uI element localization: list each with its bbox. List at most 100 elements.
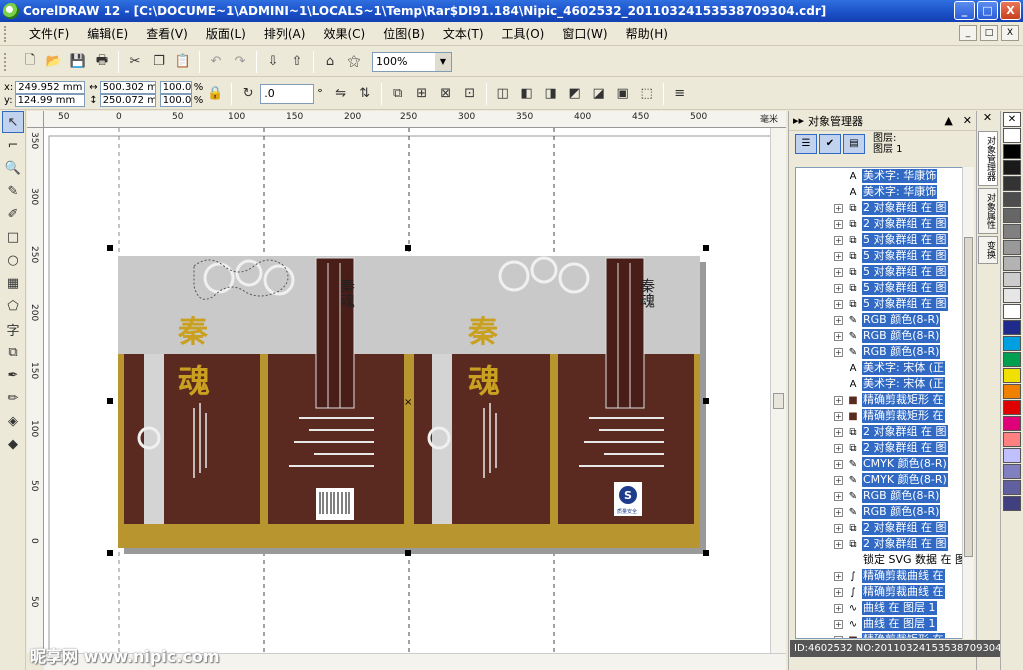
shape-tool-icon[interactable]: ⌐: [2, 134, 24, 156]
tab-transform[interactable]: 变换: [978, 236, 998, 264]
edit-across-layers-icon[interactable]: ✔: [819, 134, 841, 154]
maximize-button[interactable]: □: [977, 1, 998, 20]
doc-minimize-button[interactable]: _: [959, 25, 977, 41]
object-tree-row[interactable]: + ⧉ 2 对象群组 在 图: [796, 200, 970, 216]
object-tree-row[interactable]: + ⧉ 2 对象群组 在 图: [796, 520, 970, 536]
expand-icon[interactable]: +: [834, 491, 843, 501]
object-tree-row[interactable]: A 美术字: 宋体 (正: [796, 360, 970, 376]
group-icon[interactable]: ⧉: [387, 83, 409, 105]
fill-tool-icon[interactable]: ◈: [2, 410, 24, 432]
paste-icon[interactable]: 📋: [172, 51, 194, 73]
color-swatch[interactable]: [1003, 288, 1021, 303]
toolbar-grip-handle[interactable]: [4, 52, 14, 71]
close-button[interactable]: X: [1000, 1, 1021, 20]
rectangle-tool-icon[interactable]: □: [2, 226, 24, 248]
object-tree-row[interactable]: + ✎ RGB 颜色(8-R): [796, 344, 970, 360]
color-swatch[interactable]: [1003, 336, 1021, 351]
menu-bitmaps[interactable]: 位图(B): [374, 22, 434, 46]
vertical-scrollbar[interactable]: [770, 128, 786, 653]
color-swatch[interactable]: [1003, 208, 1021, 223]
object-tree-row[interactable]: + ⧉ 2 对象群组 在 图: [796, 536, 970, 552]
expand-icon[interactable]: +: [834, 251, 843, 261]
mirror-vertical-icon[interactable]: ⇅: [354, 83, 376, 105]
expand-icon[interactable]: +: [834, 507, 843, 517]
print-icon[interactable]: 🖶: [91, 51, 113, 73]
color-swatch[interactable]: [1003, 464, 1021, 479]
ungroup-all-icon[interactable]: ⊠: [435, 83, 457, 105]
object-tree-row[interactable]: + ∿ 曲线 在 图层 1: [796, 600, 970, 616]
no-color-swatch[interactable]: ✕: [1003, 112, 1021, 127]
basic-shapes-tool-icon[interactable]: ⬠: [2, 295, 24, 317]
color-swatch[interactable]: [1003, 496, 1021, 511]
object-tree-row[interactable]: + ⧉ 5 对象群组 在 图: [796, 264, 970, 280]
launcher-icon[interactable]: ⌂: [319, 51, 341, 73]
x-position-field[interactable]: 249.952 mm: [15, 80, 86, 94]
object-tree-row[interactable]: +■精确剪裁矩形 在: [796, 392, 970, 408]
object-tree[interactable]: A 美术字: 华康饰 A 美术字: 华康饰 + ⧉ 2 对象群组 在 图 + ⧉ 2 对象群组 在…: [795, 167, 971, 639]
eyedropper-tool-icon[interactable]: ✒: [2, 364, 24, 386]
menu-grip-handle[interactable]: [4, 25, 14, 42]
expand-icon[interactable]: +: [834, 395, 843, 405]
ellipse-tool-icon[interactable]: ○: [2, 249, 24, 271]
combine-icon[interactable]: ⊡: [459, 83, 481, 105]
expand-icon[interactable]: +: [834, 283, 843, 293]
object-tree-row[interactable]: + ⧉ 5 对象群组 在 图: [796, 280, 970, 296]
expand-icon[interactable]: +: [834, 219, 843, 229]
drawing-canvas[interactable]: 秦魂 秦魂 秦 魂 秦 魂 S 质量安全 ×: [44, 128, 770, 653]
chevron-down-icon[interactable]: ▼: [435, 52, 451, 71]
object-tree-row[interactable]: + ⧉ 5 对象群组 在 图: [796, 248, 970, 264]
menu-tools[interactable]: 工具(O): [493, 22, 554, 46]
object-tree-row[interactable]: + ✎ RGB 颜色(8-R): [796, 504, 970, 520]
menu-edit[interactable]: 编辑(E): [78, 22, 137, 46]
expand-icon[interactable]: +: [834, 331, 843, 341]
color-swatch[interactable]: [1003, 176, 1021, 191]
expand-icon[interactable]: +: [834, 235, 843, 245]
menu-help[interactable]: 帮助(H): [617, 22, 677, 46]
minimize-button[interactable]: _: [954, 1, 975, 20]
object-tree-row[interactable]: +■精确剪裁矩形 在: [796, 632, 970, 638]
scale-y-field[interactable]: 100.0: [159, 93, 192, 107]
weld-icon[interactable]: ◫: [492, 83, 514, 105]
menu-window[interactable]: 窗口(W): [553, 22, 616, 46]
import-icon[interactable]: ⇩: [262, 51, 284, 73]
trim-icon[interactable]: ◧: [516, 83, 538, 105]
expand-icon[interactable]: +: [834, 587, 843, 597]
cut-icon[interactable]: ✂: [124, 51, 146, 73]
pick-tool-icon[interactable]: ↖: [2, 111, 24, 133]
color-swatch[interactable]: [1003, 256, 1021, 271]
color-swatch[interactable]: [1003, 432, 1021, 447]
doc-restore-button[interactable]: □: [980, 25, 998, 41]
expand-icon[interactable]: +: [834, 267, 843, 277]
rotation-field[interactable]: .0: [260, 83, 315, 104]
menu-arrange[interactable]: 排列(A): [255, 22, 315, 46]
color-swatch[interactable]: [1003, 240, 1021, 255]
show-properties-icon[interactable]: ☰: [795, 134, 817, 154]
object-tree-scroll-thumb[interactable]: [964, 237, 973, 557]
color-swatch[interactable]: [1003, 160, 1021, 175]
text-tool-icon[interactable]: 字: [2, 318, 24, 340]
new-icon[interactable]: 🗋: [19, 51, 41, 73]
expand-icon[interactable]: +: [834, 603, 843, 613]
lock-ratio-icon[interactable]: 🔒: [204, 83, 226, 105]
expand-icon[interactable]: +: [834, 459, 843, 469]
align-distribute-icon[interactable]: ≡: [669, 83, 691, 105]
object-tree-row[interactable]: + ✎ RGB 颜色(8-R): [796, 488, 970, 504]
object-tree-row[interactable]: + ∫ 精确剪裁曲线 在: [796, 568, 970, 584]
color-swatch[interactable]: [1003, 320, 1021, 335]
object-tree-row[interactable]: + ✎ RGB 颜色(8-R): [796, 328, 970, 344]
copy-icon[interactable]: ❐: [148, 51, 170, 73]
object-tree-row[interactable]: 锁定 SVG 数据 在 图: [796, 552, 970, 568]
corel-online-icon[interactable]: ⚝: [343, 51, 365, 73]
expand-icon[interactable]: +: [834, 539, 843, 549]
zoom-tool-icon[interactable]: 🔍: [2, 157, 24, 179]
mirror-icon[interactable]: ⇋: [330, 83, 352, 105]
undo-icon[interactable]: ↶: [205, 51, 227, 73]
intersect-icon[interactable]: ◨: [540, 83, 562, 105]
create-boundary-icon[interactable]: ⬚: [636, 83, 658, 105]
color-swatch[interactable]: [1003, 368, 1021, 383]
expand-icon[interactable]: +: [834, 475, 843, 485]
ungroup-icon[interactable]: ⊞: [411, 83, 433, 105]
expand-icon[interactable]: +: [834, 299, 843, 309]
color-swatch[interactable]: [1003, 400, 1021, 415]
color-swatch[interactable]: [1003, 128, 1021, 143]
